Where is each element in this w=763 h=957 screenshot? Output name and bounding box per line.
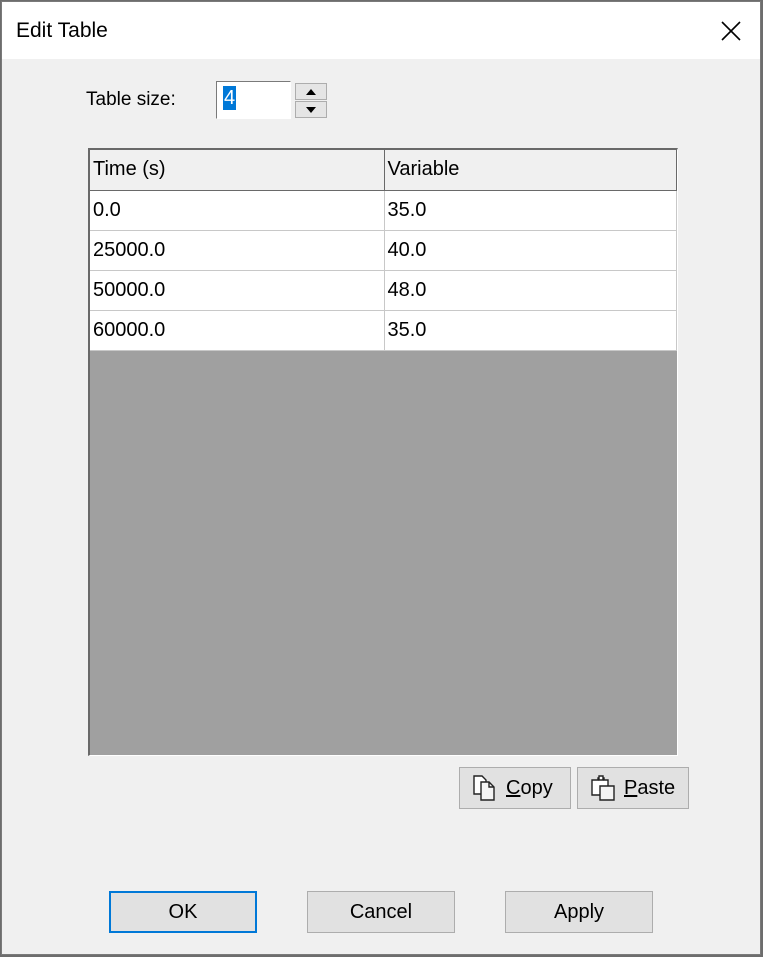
spin-down-button[interactable] — [295, 101, 327, 118]
table-cell[interactable]: 50000.0 — [90, 270, 385, 311]
triangle-up-icon — [306, 88, 316, 95]
table-cell[interactable]: 40.0 — [384, 230, 677, 271]
table-size-label: Table size: — [86, 89, 176, 110]
table-cell[interactable]: 35.0 — [384, 310, 677, 351]
table-cell[interactable]: 48.0 — [384, 270, 677, 311]
paste-button[interactable]: Paste — [577, 767, 689, 809]
edit-table-dialog: Edit Table Table size: 4 Time (s) Variab… — [1, 1, 761, 955]
spin-up-button[interactable] — [295, 83, 327, 100]
apply-button[interactable]: Apply — [505, 891, 653, 933]
column-header-variable[interactable]: Variable — [384, 150, 677, 191]
column-header-time[interactable]: Time (s) — [90, 150, 385, 191]
data-table[interactable]: Time (s) Variable 0.0 35.0 25000.0 40.0 … — [88, 148, 678, 756]
copy-label: Copy — [506, 776, 553, 799]
close-button[interactable] — [702, 2, 760, 59]
dialog-title: Edit Table — [16, 19, 108, 42]
table-size-spinner[interactable] — [295, 83, 327, 118]
table-size-input[interactable]: 4 — [216, 81, 291, 119]
table-header-row: Time (s) Variable — [90, 150, 677, 191]
table-row: 0.0 35.0 — [90, 190, 677, 231]
table-cell[interactable]: 60000.0 — [90, 310, 385, 351]
cancel-button[interactable]: Cancel — [307, 891, 455, 933]
copy-icon — [472, 775, 498, 801]
table-row: 50000.0 48.0 — [90, 270, 677, 311]
table-row: 25000.0 40.0 — [90, 230, 677, 271]
table-cell[interactable]: 35.0 — [384, 190, 677, 231]
copy-button[interactable]: Copy — [459, 767, 571, 809]
table-cell[interactable]: 0.0 — [90, 190, 385, 231]
table-row: 60000.0 35.0 — [90, 310, 677, 351]
triangle-down-icon — [306, 106, 316, 113]
title-bar: Edit Table — [2, 2, 760, 59]
close-icon — [721, 20, 741, 41]
paste-icon — [590, 775, 616, 801]
table-cell[interactable]: 25000.0 — [90, 230, 385, 271]
table-size-value[interactable]: 4 — [223, 86, 237, 110]
paste-label: Paste — [624, 776, 676, 799]
ok-button[interactable]: OK — [109, 891, 257, 933]
